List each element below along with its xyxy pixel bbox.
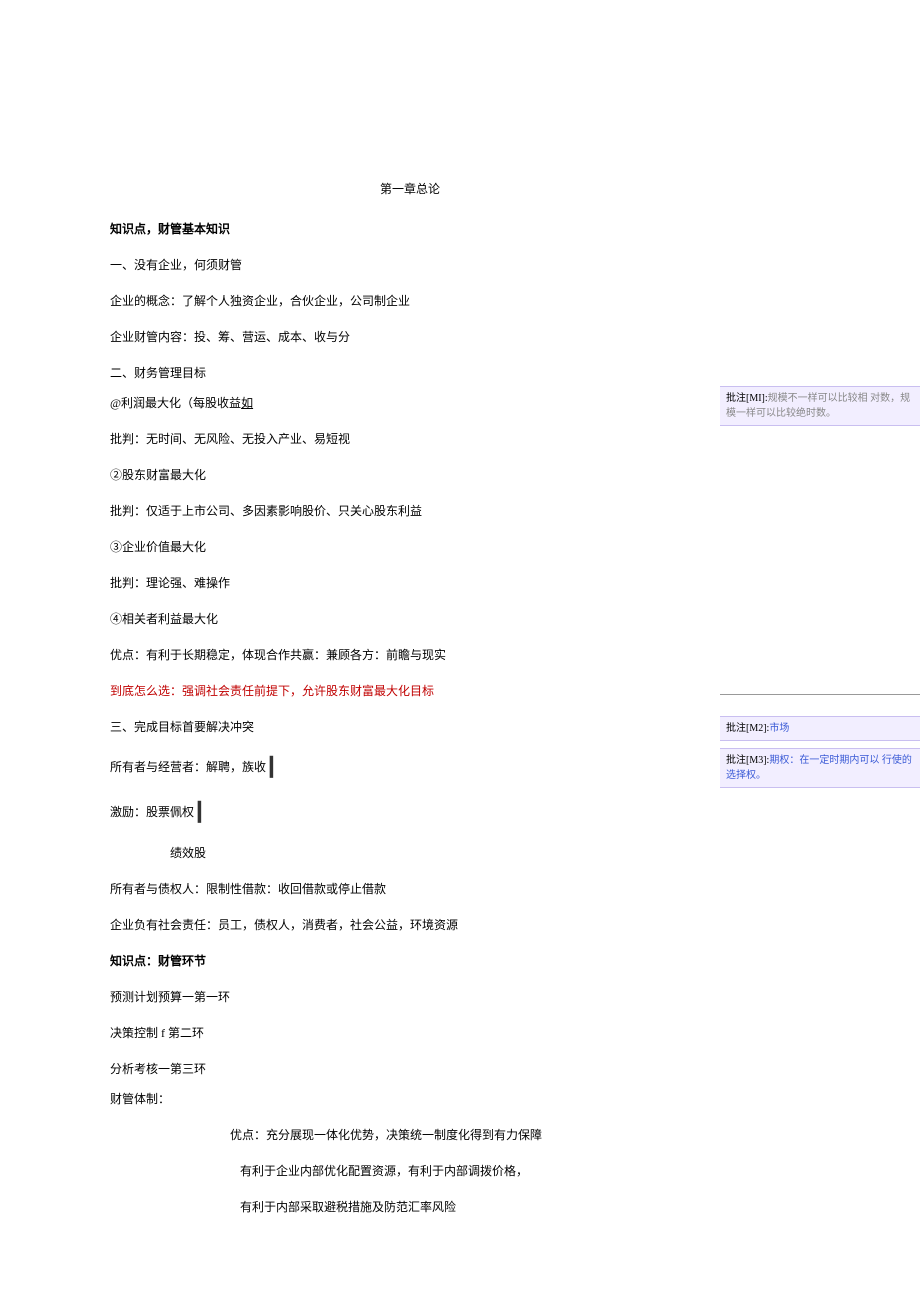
para-shareholder-wealth: ②股东财富最大化 xyxy=(110,466,710,484)
para-enterprise-concept: 企业的概念：了解个人独资企业，合伙企业，公司制企业 xyxy=(110,292,710,310)
para-resolve-conflict: 三、完成目标首要解决冲突 xyxy=(110,718,710,736)
para-how-choose: 到底怎么选：强调社会责任前提下，允许股东财富最大化目标 xyxy=(110,682,710,700)
para-fm-content: 企业财管内容：投、筹、营运、成本、收与分 xyxy=(110,328,710,346)
para-owner-manager: 所有者与经营者：解聘，族收┃ xyxy=(110,754,710,781)
comment-m2: 批注[M2]:市场 xyxy=(720,716,920,741)
comment-text: 市场 xyxy=(769,723,789,734)
para-adv-1: 优点：充分展现一体化优势，决策统一制度化得到有力保障 xyxy=(110,1126,710,1144)
para-adv-3: 有利于内部采取避税措施及防范汇率风险 xyxy=(110,1198,710,1216)
para-adv-2: 有利于企业内部优化配置资源，有利于内部调拨价格， xyxy=(110,1162,710,1180)
cursor-icon: ┃ xyxy=(194,799,205,826)
text-profit-max-a: @利润最大化（每股收益 xyxy=(110,396,241,410)
para-no-enterprise: 一、没有企业，何须财管 xyxy=(110,256,710,274)
comment-divider xyxy=(720,694,920,695)
cursor-icon: ┃ xyxy=(266,754,277,781)
comment-tag: 批注[MI]: xyxy=(726,393,768,404)
para-stage-2: 决策控制 f 第二环 xyxy=(110,1024,710,1042)
chapter-title: 第一章总论 xyxy=(110,180,710,198)
heading-fm-stages: 知识点：财管环节 xyxy=(110,952,710,970)
para-critique-2: 批判：仅适于上市公司、多因素影响股价、只关心股东利益 xyxy=(110,502,710,520)
comment-tag: 批注[M3]: xyxy=(726,755,769,766)
para-incentive: 激励：股票佩权┃ xyxy=(110,799,710,826)
para-performance-stock: 绩效股 xyxy=(110,844,710,862)
text-incentive: 激励：股票佩权 xyxy=(110,805,194,819)
para-fm-system: 财管体制： xyxy=(110,1090,710,1108)
text-owner-manager: 所有者与经营者：解聘，族收 xyxy=(110,760,266,774)
para-owner-creditor: 所有者与债权人：限制性借款：收回借款或停止借款 xyxy=(110,880,710,898)
comment-m3: 批注[M3]:期权：在一定时期内可以 行使的选择权。 xyxy=(720,748,920,788)
para-stage-3: 分析考核一第三环 xyxy=(110,1060,710,1078)
para-enterprise-value: ③企业价值最大化 xyxy=(110,538,710,556)
comment-tag: 批注[M2]: xyxy=(726,723,769,734)
document-page: 第一章总论 知识点，财管基本知识 一、没有企业，何须财管 企业的概念：了解个人独… xyxy=(0,0,750,1294)
para-critique-3: 批判：理论强、难操作 xyxy=(110,574,710,592)
text-profit-max-b: 如 xyxy=(241,396,253,410)
para-social-responsibility: 企业负有社会责任：员工，债权人，消费者，社会公益，环境资源 xyxy=(110,916,710,934)
para-stakeholder: ④相关者利益最大化 xyxy=(110,610,710,628)
para-advantages: 优点：有利于长期稳定，体现合作共赢：兼顾各方：前瞻与现实 xyxy=(110,646,710,664)
para-critique-1: 批判：无时间、无风险、无投入产业、易短视 xyxy=(110,430,710,448)
comment-m1: 批注[MI]:规模不一样可以比较相 对数，规模一样可以比较绝时数。 xyxy=(720,386,920,426)
para-stage-1: 预测计划预算一第一环 xyxy=(110,988,710,1006)
para-profit-max: @利润最大化（每股收益如 xyxy=(110,394,710,412)
para-fm-goals: 二、财务管理目标 xyxy=(110,364,710,382)
heading-knowledge-basic: 知识点，财管基本知识 xyxy=(110,220,710,238)
